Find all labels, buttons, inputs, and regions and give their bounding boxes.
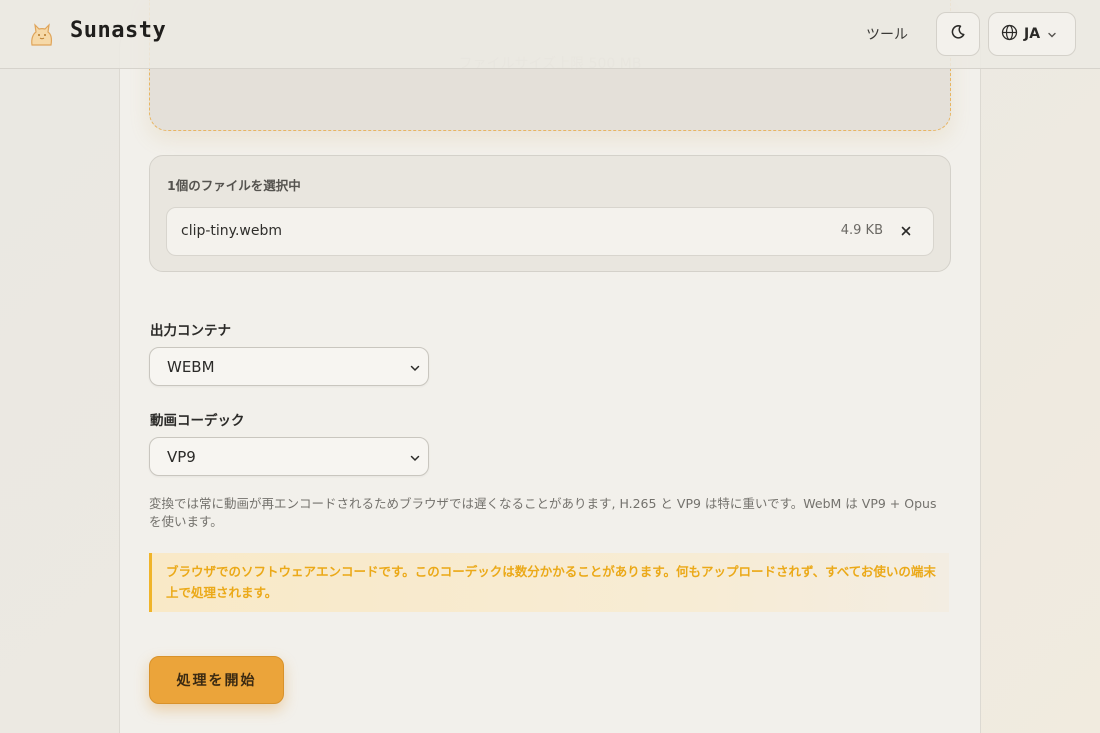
brand-name[interactable]: Sunasty — [70, 18, 166, 43]
codec-help-text: 変換では常に動画が再エンコードされるためブラウザでは遅くなることがあります, H… — [149, 496, 937, 529]
container-label: 出力コンテナ — [150, 323, 231, 339]
language-label: JA — [1024, 26, 1041, 42]
start-processing-button[interactable]: 処理を開始 — [149, 656, 284, 704]
cat-logo-icon[interactable] — [26, 19, 56, 49]
language-selector-button[interactable]: JA — [988, 12, 1076, 56]
chevron-down-icon — [408, 360, 422, 379]
file-size: 4.9 KB — [840, 223, 883, 238]
chevron-down-icon — [408, 450, 422, 469]
codec-select[interactable]: VP9 — [149, 437, 429, 476]
codec-select-value: VP9 — [167, 448, 196, 466]
globe-icon — [1001, 24, 1018, 45]
codec-label: 動画コーデック — [150, 413, 245, 429]
top-header: Sunasty ツール JA — [0, 0, 1100, 69]
container-select-value: WEBM — [167, 358, 215, 376]
file-list-item: clip-tiny.webm 4.9 KB — [166, 207, 934, 256]
nav-tools-link[interactable]: ツール — [866, 24, 908, 44]
start-button-label: 処理を開始 — [176, 673, 257, 689]
selected-files-panel: 1個のファイルを選択中 clip-tiny.webm 4.9 KB — [149, 155, 951, 272]
selected-files-title: 1個のファイルを選択中 — [167, 178, 301, 193]
file-name: clip-tiny.webm — [181, 223, 282, 239]
theme-toggle-button[interactable] — [936, 12, 980, 56]
close-icon[interactable] — [897, 222, 915, 240]
encoding-notice: ブラウザでのソフトウェアエンコードです。このコーデックは数分かかることがあります… — [149, 553, 949, 612]
notice-text: ブラウザでのソフトウェアエンコードです。このコーデックは数分かかることがあります… — [166, 564, 936, 600]
chevron-down-icon — [1047, 25, 1057, 44]
moon-icon — [950, 24, 966, 44]
container-select[interactable]: WEBM — [149, 347, 429, 386]
